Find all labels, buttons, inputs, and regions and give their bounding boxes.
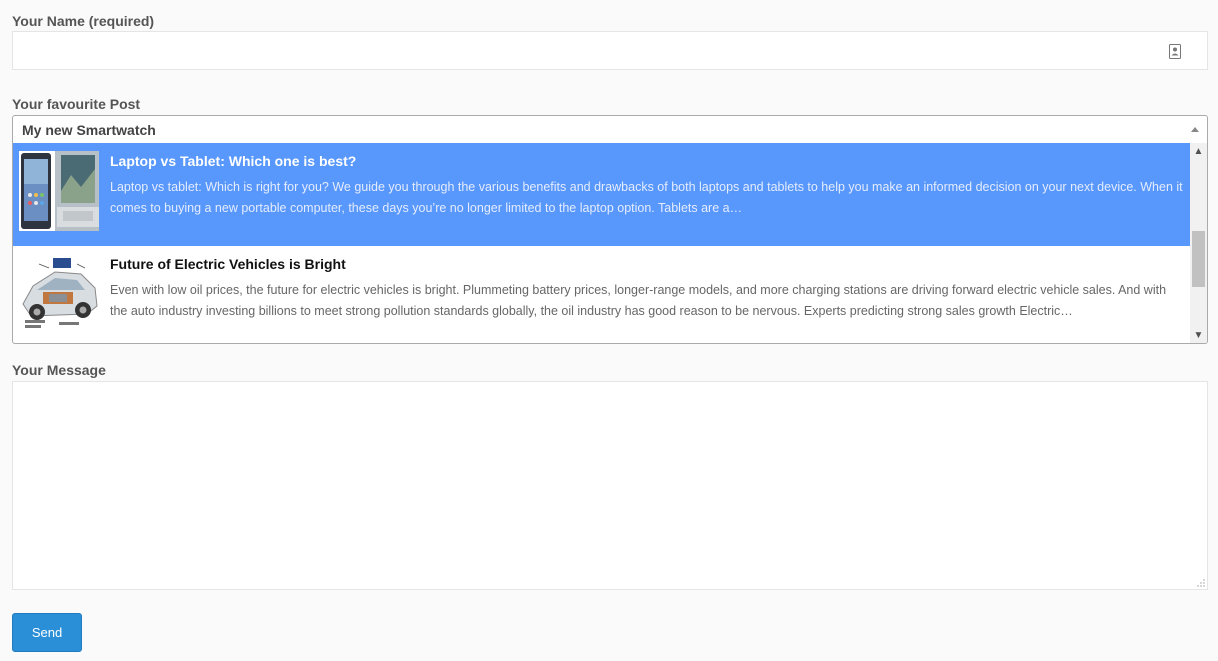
message-label: Your Message: [12, 362, 106, 378]
dropdown-option[interactable]: Future of Electric Vehicles is Bright Ev…: [13, 246, 1191, 343]
scroll-up-arrow-icon[interactable]: ▲: [1190, 143, 1207, 160]
option-title: Laptop vs Tablet: Which one is best?: [110, 153, 357, 169]
post-select[interactable]: My new Smartwatch: [12, 115, 1208, 144]
name-label: Your Name (required): [12, 13, 155, 29]
option-description: Laptop vs tablet: Which is right for you…: [110, 180, 1183, 215]
option-description: Even with low oil prices, the future for…: [110, 283, 1167, 318]
option-title: Future of Electric Vehicles is Bright: [110, 256, 346, 272]
post-dropdown: Laptop vs Tablet: Which one is best? Lap…: [12, 143, 1208, 344]
dropdown-scrollbar[interactable]: ▲ ▼: [1190, 143, 1207, 343]
scroll-down-arrow-icon[interactable]: ▼: [1190, 327, 1207, 343]
resize-handle-icon[interactable]: [1197, 579, 1205, 587]
send-button[interactable]: Send: [12, 613, 82, 652]
post-label: Your favourite Post: [12, 96, 141, 112]
dropdown-option[interactable]: Laptop vs Tablet: Which one is best? Lap…: [13, 143, 1191, 246]
caret-up-icon[interactable]: [1191, 127, 1199, 132]
name-input[interactable]: [12, 31, 1208, 70]
contact-card-icon[interactable]: [1169, 44, 1181, 59]
laptop-tablet-thumbnail-icon: [19, 151, 99, 231]
message-textarea[interactable]: [12, 381, 1208, 590]
post-select-value: My new Smartwatch: [22, 122, 156, 138]
electric-car-thumbnail-icon: [19, 254, 99, 334]
scroll-thumb[interactable]: [1192, 231, 1205, 287]
